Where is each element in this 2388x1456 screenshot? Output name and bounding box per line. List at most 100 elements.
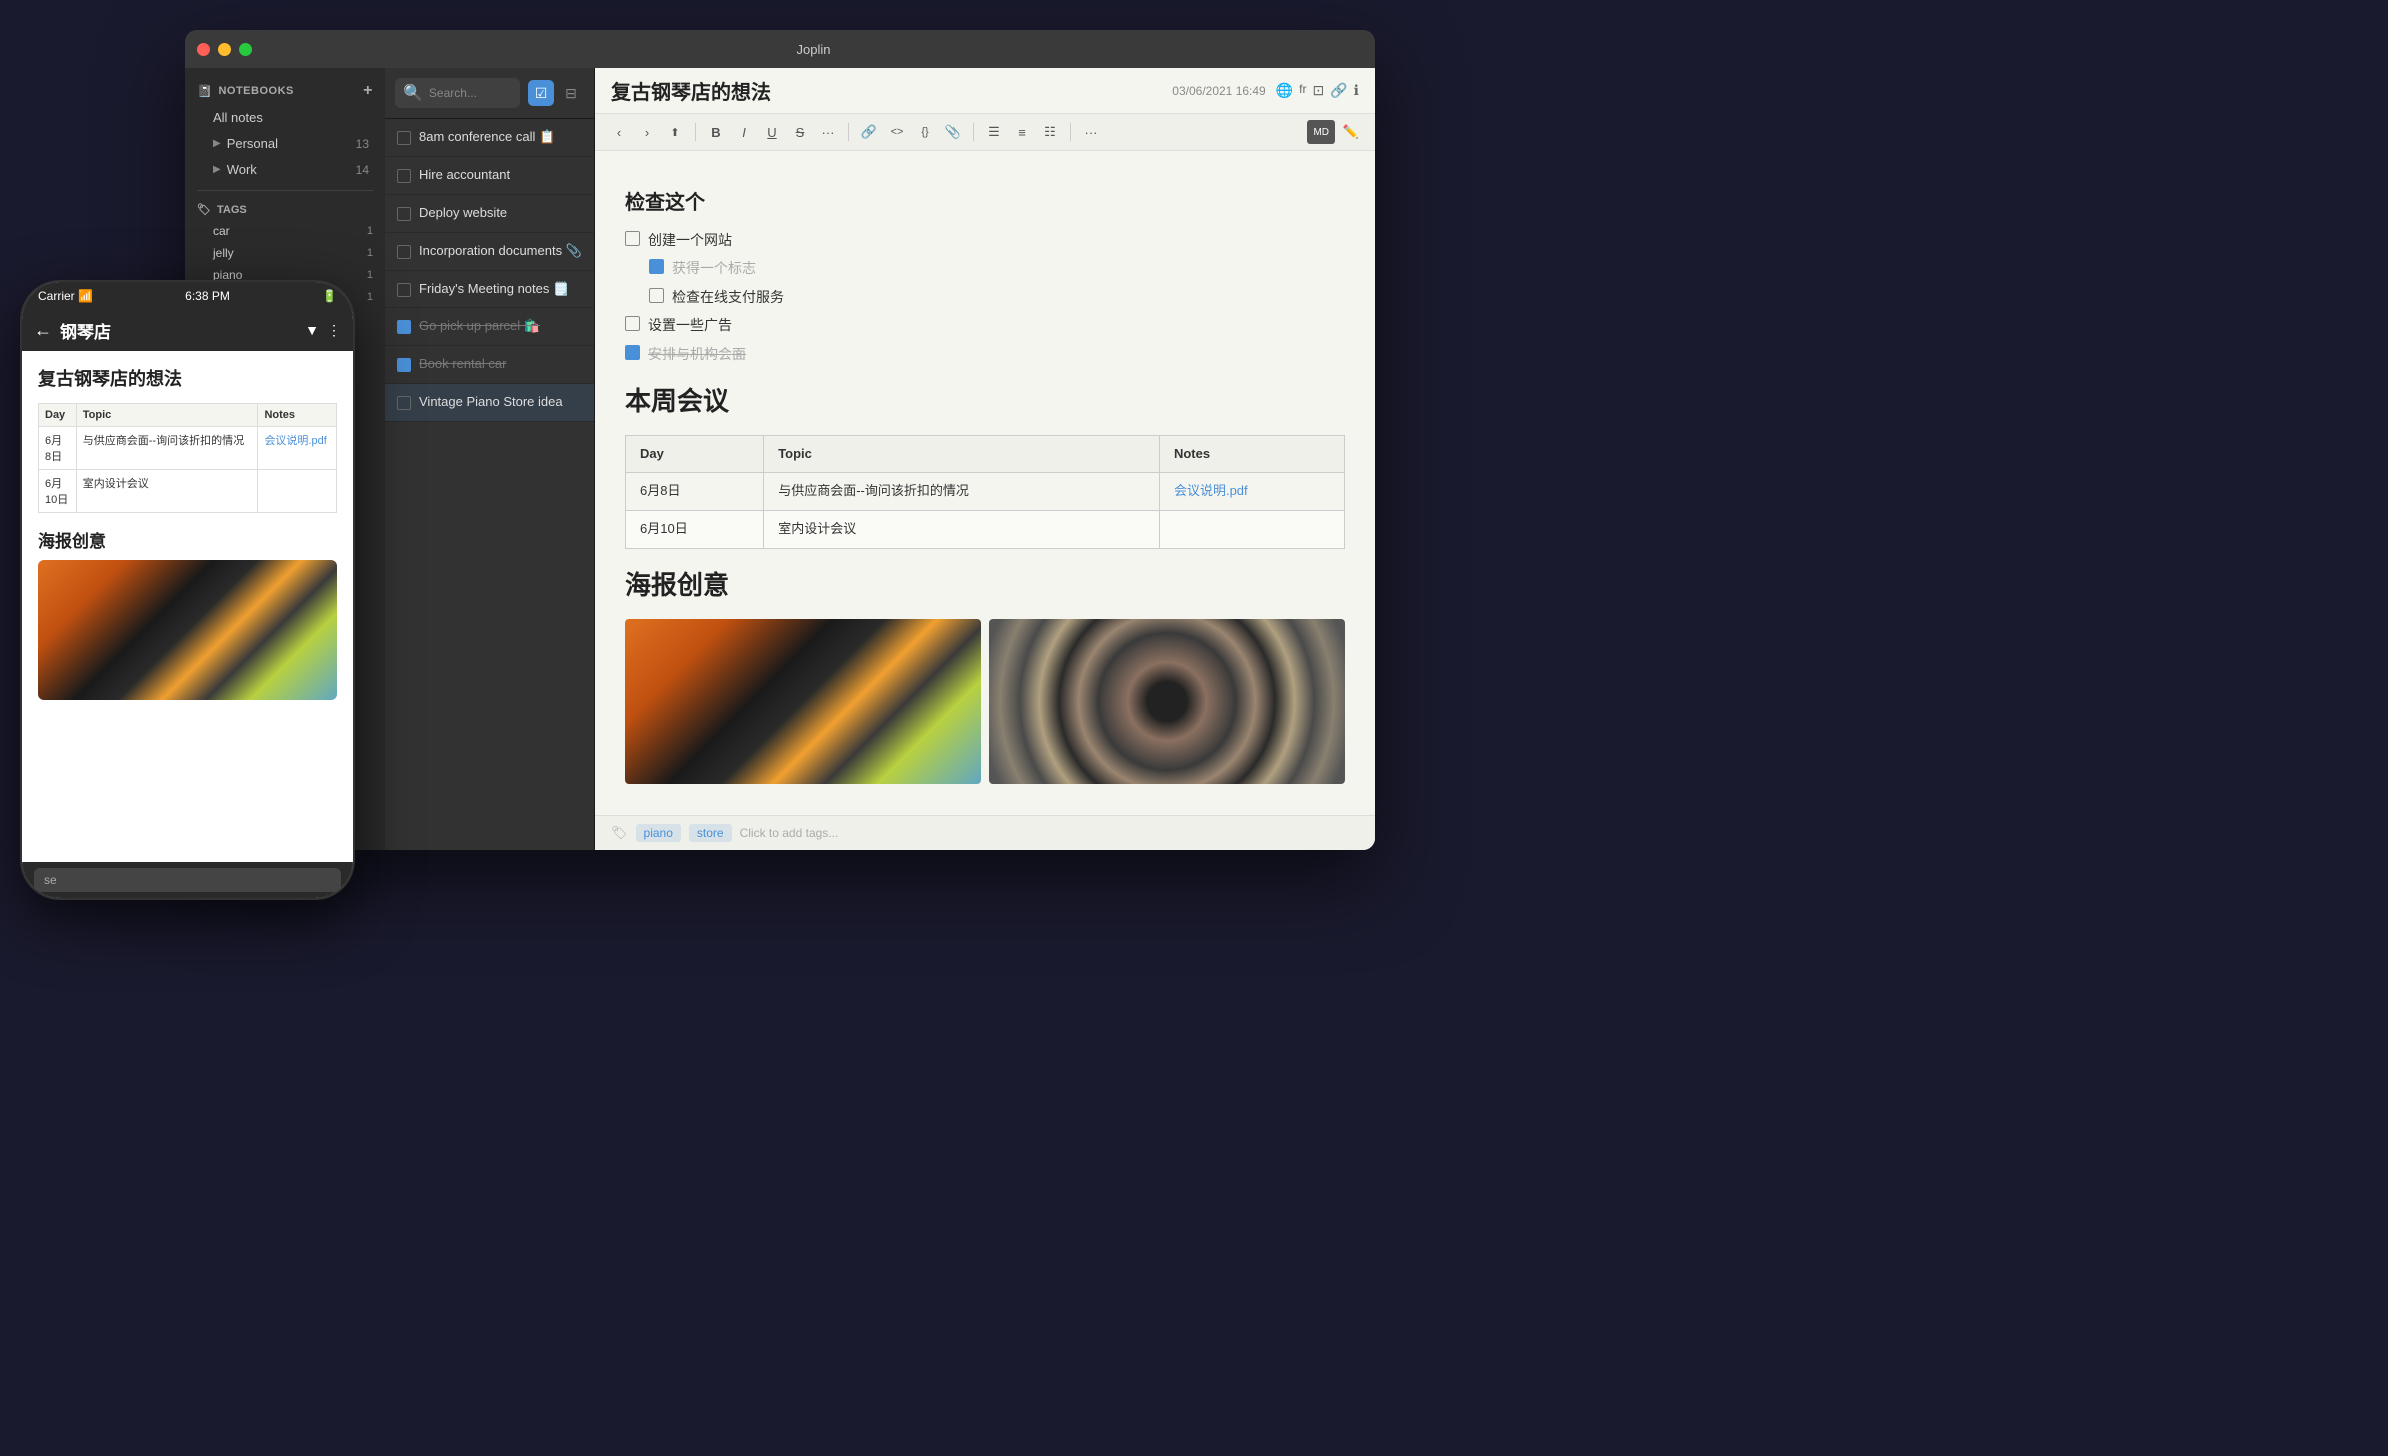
sidebar-divider <box>197 190 373 191</box>
note-item-parcel[interactable]: Go pick up parcel 🛍️ <box>385 308 594 346</box>
tag-chip-store[interactable]: store <box>689 824 732 842</box>
todo-sub-text-1: 获得一个标志 <box>672 257 756 279</box>
mobile-th-notes: Notes <box>258 404 337 427</box>
tag-item-jelly[interactable]: jelly 1 <box>185 242 385 264</box>
note-checkbox[interactable] <box>397 207 411 221</box>
close-button[interactable] <box>197 43 210 56</box>
todo-checkbox-sub1[interactable] <box>649 259 664 274</box>
mobile-status-bar: Carrier 📶 6:38 PM 🔋 <box>22 282 353 310</box>
more-options-button[interactable]: ··· <box>1079 120 1103 144</box>
external-edit-button[interactable]: ⬆ <box>663 120 687 144</box>
mobile-bottom-bar: se <box>22 862 353 898</box>
tags-header: 🏷 TAGS <box>185 199 385 220</box>
note-list-header: 🔍 ☑ ⊟ <box>385 68 594 119</box>
meeting-notes-link[interactable]: 会议说明.pdf <box>1174 483 1248 498</box>
note-checkbox[interactable] <box>397 396 411 410</box>
ordered-list-button[interactable]: ≡ <box>1010 120 1034 144</box>
sidebar-item-personal[interactable]: ▶ Personal 13 <box>189 131 381 156</box>
editor-content: 检查这个 创建一个网站 获得一个标志 检查在线支付服务 <box>595 151 1375 815</box>
piano-image <box>625 619 981 784</box>
section-check: 检查这个 创建一个网站 获得一个标志 检查在线支付服务 <box>625 187 1345 365</box>
maximize-button[interactable] <box>239 43 252 56</box>
mobile-filter-icon[interactable]: ▼ <box>305 322 319 339</box>
attachment-button[interactable]: 📎 <box>941 120 965 144</box>
note-item-conference[interactable]: 8am conference call 📋 <box>385 119 594 157</box>
note-checkbox[interactable] <box>397 169 411 183</box>
mobile-nav: ← 钢琴店 ▼ ⋮ <box>22 310 353 351</box>
add-notebook-button[interactable]: + <box>363 82 373 100</box>
todo-checkbox-3[interactable] <box>625 345 640 360</box>
tag-chip-piano[interactable]: piano <box>636 824 681 842</box>
italic-button[interactable]: I <box>732 120 756 144</box>
expand-icon-work: ▶ <box>213 164 221 175</box>
minimize-button[interactable] <box>218 43 231 56</box>
mobile-nav-title: 钢琴店 <box>60 318 297 343</box>
table-row-1: 6月8日 与供应商会面--询问该折扣的情况 会议说明.pdf <box>626 473 1345 511</box>
nav-back-button[interactable]: ‹ <box>607 120 631 144</box>
mobile-back-button[interactable]: ← <box>34 320 52 341</box>
tag-item-car[interactable]: car 1 <box>185 220 385 242</box>
search-box[interactable]: 🔍 <box>395 78 520 108</box>
view-btn-list[interactable]: ☑ <box>528 80 554 106</box>
todo-checkbox-2[interactable] <box>625 316 640 331</box>
note-item-accountant[interactable]: Hire accountant <box>385 157 594 195</box>
section-poster: 海报创意 <box>625 565 1345 784</box>
bullet-list-button[interactable]: ☰ <box>982 120 1006 144</box>
codeblock-button[interactable]: {} <box>913 120 937 144</box>
note-item-incorporation[interactable]: Incorporation documents 📎 <box>385 233 594 271</box>
underline-button[interactable]: U <box>760 120 784 144</box>
vinyl-image <box>989 619 1345 784</box>
note-item-rental[interactable]: Book rental car <box>385 346 594 384</box>
language-label: fr <box>1299 82 1306 99</box>
note-title: Deploy website <box>419 205 507 222</box>
table-cell-notes-2 <box>1159 511 1344 549</box>
note-checkbox-checked[interactable] <box>397 320 411 334</box>
add-tag-button[interactable]: Click to add tags... <box>740 826 839 840</box>
search-input[interactable] <box>429 86 512 100</box>
table-cell-topic-1: 与供应商会面--询问该折扣的情况 <box>764 473 1160 511</box>
strikethrough-button[interactable]: S <box>788 120 812 144</box>
mobile-search-bar[interactable]: se <box>34 868 341 892</box>
checklist-button[interactable]: ☷ <box>1038 120 1062 144</box>
note-checkbox[interactable] <box>397 283 411 297</box>
note-item-piano[interactable]: Vintage Piano Store idea <box>385 384 594 422</box>
link-button[interactable]: 🔗 <box>857 120 881 144</box>
mobile-time: 6:38 PM <box>185 289 230 303</box>
mobile-link[interactable]: 会议说明.pdf <box>264 435 326 447</box>
note-title: Hire accountant <box>419 167 510 184</box>
note-checkbox[interactable] <box>397 245 411 259</box>
toggle-preview-button[interactable]: ✏️ <box>1339 120 1363 144</box>
link-icon[interactable]: 🔗 <box>1330 82 1347 99</box>
sidebar-item-all-notes[interactable]: All notes <box>189 105 381 130</box>
sidebar-item-work[interactable]: ▶ Work 14 <box>189 157 381 182</box>
title-bar: Joplin <box>185 30 1375 68</box>
bold-button[interactable]: B <box>704 120 728 144</box>
carrier-label: Carrier 📶 <box>38 289 93 303</box>
notebooks-section: 📓 NOTEBOOKS + All notes ▶ Personal 13 ▶ … <box>185 78 385 182</box>
todo-checkbox-sub2[interactable] <box>649 288 664 303</box>
toggle-editor-button[interactable]: MD <box>1307 120 1335 144</box>
code-button[interactable]: <> <box>885 120 909 144</box>
editor-title: 复古钢琴店的想法 <box>611 76 771 105</box>
todo-text-3: 安排与机构会面 <box>648 343 746 365</box>
mobile-more-icon[interactable]: ⋮ <box>327 322 341 339</box>
todo-text-1: 创建一个网站 <box>648 229 732 251</box>
note-title: Incorporation documents 📎 <box>419 243 582 260</box>
todo-checkbox-1[interactable] <box>625 231 640 246</box>
note-item-deploy[interactable]: Deploy website <box>385 195 594 233</box>
nav-forward-button[interactable]: › <box>635 120 659 144</box>
meetings-table: Day Topic Notes 6月8日 与供应商会面--询问该折扣的情况 会议… <box>625 435 1345 549</box>
editor-toolbar: ‹ › ⬆ B I U S ··· 🔗 <> {} 📎 ☰ ≡ ☷ ··· <box>595 114 1375 151</box>
language-icon[interactable]: 🌐 <box>1276 82 1293 99</box>
personal-count: 13 <box>356 137 369 151</box>
view-btn-grid[interactable]: ⊟ <box>558 80 584 106</box>
more-button[interactable]: ··· <box>816 120 840 144</box>
info-icon[interactable]: ℹ <box>1354 82 1359 99</box>
note-title: 8am conference call 📋 <box>419 129 555 146</box>
note-checkbox-checked[interactable] <box>397 358 411 372</box>
todo-item-meeting: 安排与机构会面 <box>625 343 1345 365</box>
note-item-meeting[interactable]: Friday's Meeting notes 🗒️ <box>385 271 594 309</box>
table-header-topic: Topic <box>764 435 1160 473</box>
note-checkbox[interactable] <box>397 131 411 145</box>
layout-icon[interactable]: ⊡ <box>1313 82 1325 99</box>
